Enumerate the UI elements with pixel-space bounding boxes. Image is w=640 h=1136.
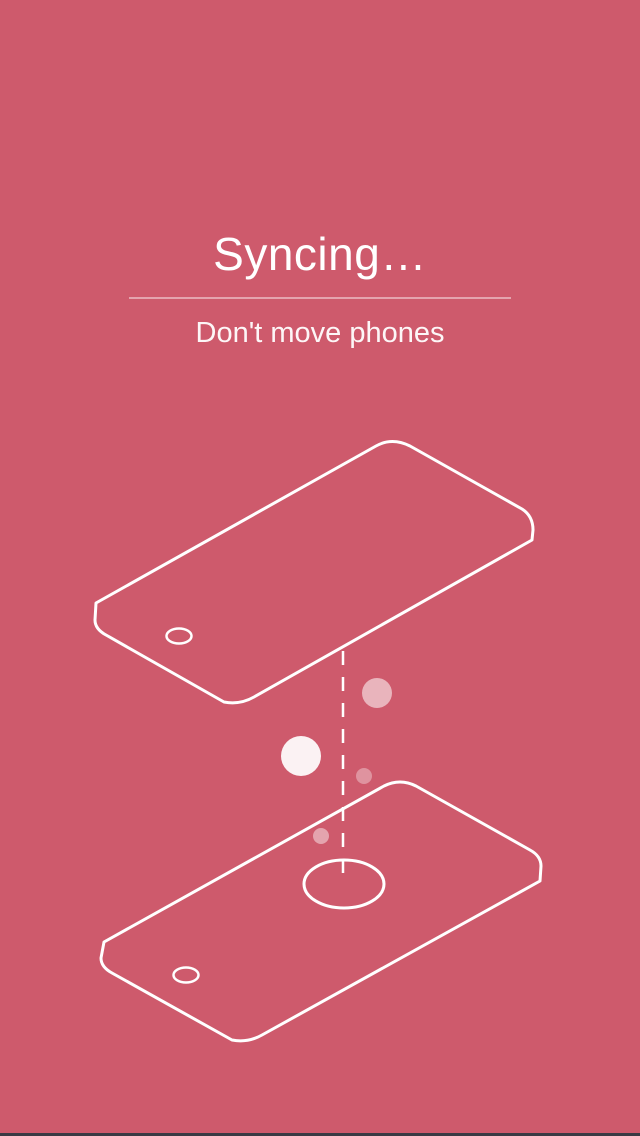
sync-particle-small (356, 768, 372, 784)
sync-particle-tiny (313, 828, 329, 844)
sync-illustration (93, 440, 543, 1043)
sync-particle-large (281, 736, 321, 776)
sync-particle-medium (362, 678, 392, 708)
top-phone-icon (93, 440, 535, 705)
top-phone-home-button-icon (165, 627, 193, 645)
sync-screen: Syncing… Don't move phones (0, 0, 640, 1136)
bottom-phone-home-button-icon (172, 966, 200, 984)
bottom-phone-icon (99, 780, 543, 1043)
sync-particles-icon (281, 678, 392, 844)
